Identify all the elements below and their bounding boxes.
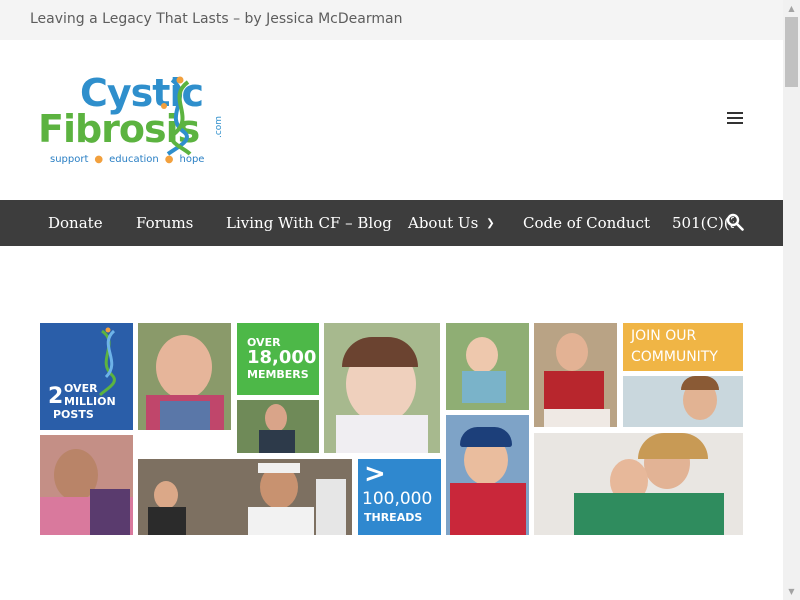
threads-arrow-icon: > bbox=[364, 459, 386, 489]
logo-tagline: support ● education ● hope bbox=[50, 154, 204, 165]
nav-item-about-us-label: About Us bbox=[408, 214, 479, 232]
threads-label: THREADS bbox=[364, 511, 423, 524]
stat-tile-posts: 2 OVER MILLION POSTS bbox=[40, 323, 133, 430]
threads-count: 100,000 bbox=[362, 489, 433, 509]
main-navigation: Donate Forums Living With CF – Blog Abou… bbox=[0, 200, 783, 246]
posts-line3: POSTS bbox=[53, 408, 94, 421]
photo-child-laughing bbox=[138, 323, 231, 430]
join-line2: COMMUNITY bbox=[631, 349, 718, 365]
section-headline-partial bbox=[110, 585, 710, 600]
photo-toddler-swing bbox=[446, 323, 529, 410]
tagline-support: support bbox=[50, 154, 89, 165]
page: Leaving a Legacy That Lasts – by Jessica… bbox=[0, 0, 783, 600]
photo-mother-son bbox=[534, 433, 743, 535]
posts-line2: MILLION bbox=[64, 395, 116, 408]
photo-boy-cap bbox=[446, 415, 529, 535]
nav-item-forums[interactable]: Forums bbox=[136, 214, 193, 232]
nav-item-about-us[interactable]: About Us ❯ bbox=[408, 214, 495, 232]
photo-runners bbox=[138, 459, 352, 535]
stat-tile-threads: > 100,000 THREADS bbox=[358, 459, 441, 535]
tagline-hope: hope bbox=[179, 154, 205, 165]
photo-boy-beach bbox=[623, 376, 743, 427]
chevron-down-icon: ❯ bbox=[486, 218, 495, 229]
members-line3: MEMBERS bbox=[247, 368, 309, 381]
hamburger-icon[interactable] bbox=[727, 112, 743, 126]
tagline-dot: ● bbox=[94, 154, 104, 165]
stat-tile-members: OVER 18,000 MEMBERS bbox=[237, 323, 319, 395]
nav-item-501c3[interactable]: 501(C)(3 bbox=[672, 214, 734, 232]
nav-item-blog[interactable]: Living With CF – Blog bbox=[226, 214, 392, 232]
scroll-down-arrow-icon[interactable]: ▼ bbox=[783, 583, 800, 600]
join-line1: JOIN OUR bbox=[631, 328, 697, 344]
posts-line1: OVER bbox=[64, 382, 98, 395]
members-count: 18,000 bbox=[247, 347, 317, 368]
site-logo[interactable]: Cystic Fibrosis .com support ● education ● h… bbox=[38, 74, 228, 169]
scrollbar-thumb[interactable] bbox=[785, 17, 798, 87]
tagline-dot: ● bbox=[164, 154, 174, 165]
community-collage-banner[interactable]: 2 OVER MILLION POSTS OVER 18,000 MEMBERS bbox=[40, 323, 743, 535]
tagline-education: education bbox=[109, 154, 159, 165]
posts-count-big: 2 bbox=[48, 384, 64, 409]
logo-text-com: .com bbox=[214, 115, 225, 139]
vertical-scrollbar[interactable]: ▲ ▼ bbox=[783, 0, 800, 600]
photo-baby-girl bbox=[324, 323, 440, 453]
photo-teen-boy bbox=[237, 400, 319, 453]
nav-item-code-of-conduct[interactable]: Code of Conduct bbox=[523, 214, 650, 232]
scroll-up-arrow-icon[interactable]: ▲ bbox=[783, 0, 800, 17]
photo-girl-cheerleader bbox=[534, 323, 617, 427]
site-header: Cystic Fibrosis .com support ● education ● h… bbox=[0, 40, 783, 200]
announcement-link[interactable]: Leaving a Legacy That Lasts – by Jessica… bbox=[30, 11, 402, 27]
search-icon[interactable] bbox=[726, 213, 744, 231]
photo-girl-pink bbox=[40, 435, 133, 535]
nav-item-donate[interactable]: Donate bbox=[48, 214, 103, 232]
top-announcement-bar: Leaving a Legacy That Lasts – by Jessica… bbox=[0, 0, 783, 40]
dna-helix-icon bbox=[161, 76, 192, 156]
join-community-tile[interactable]: JOIN OUR COMMUNITY bbox=[623, 323, 743, 371]
